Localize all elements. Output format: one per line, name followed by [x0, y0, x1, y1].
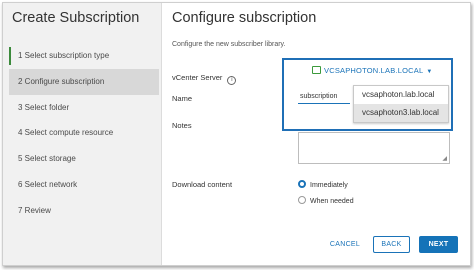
- wizard-title: Create Subscription: [12, 10, 140, 26]
- step-select-folder: 3 Select folder: [18, 102, 70, 112]
- download-content-label: Download content: [172, 180, 233, 189]
- radio-when-needed-label: When needed: [310, 198, 354, 205]
- step-select-storage: 5 Select storage: [18, 154, 76, 164]
- annotation-highlight-box: [282, 58, 453, 131]
- next-button[interactable]: NEXT: [419, 236, 458, 253]
- wizard-steps-panel: Create Subscription 1 Select subscriptio…: [3, 3, 162, 265]
- step-review: 7 Review: [18, 205, 51, 215]
- radio-immediately-label: Immediately: [310, 182, 348, 189]
- cancel-button[interactable]: CANCEL: [325, 236, 365, 253]
- radio-selected-icon: [298, 180, 306, 188]
- info-icon[interactable]: i: [227, 76, 237, 85]
- create-subscription-dialog: Create Subscription 1 Select subscriptio…: [2, 2, 471, 266]
- step-configure-subscription[interactable]: 2 Configure subscription: [9, 68, 159, 95]
- step-select-network: 6 Select network: [18, 179, 78, 189]
- vcenter-label-text: vCenter Server: [172, 73, 223, 82]
- wizard-step-list: 1 Select subscription type 2 Configure s…: [9, 43, 159, 224]
- radio-immediately[interactable]: Immediately: [298, 180, 348, 189]
- step-select-subscription-type[interactable]: 1 Select subscription type: [9, 43, 159, 69]
- notes-label: Notes: [172, 121, 192, 130]
- notes-textarea[interactable]: ◢: [298, 132, 450, 164]
- radio-when-needed[interactable]: When needed: [298, 196, 354, 205]
- step-select-compute-resource: 4 Select compute resource: [18, 128, 114, 138]
- configure-subscription-panel: Configure subscription Configure the new…: [163, 3, 470, 265]
- back-button[interactable]: BACK: [373, 236, 410, 253]
- vcenter-label: vCenter Server i: [172, 73, 237, 85]
- radio-unselected-icon: [298, 196, 306, 204]
- page-title: Configure subscription: [172, 10, 317, 26]
- page-description: Configure the new subscriber library.: [172, 41, 286, 48]
- resize-grip-icon[interactable]: ◢: [442, 155, 447, 162]
- name-label: Name: [172, 94, 193, 103]
